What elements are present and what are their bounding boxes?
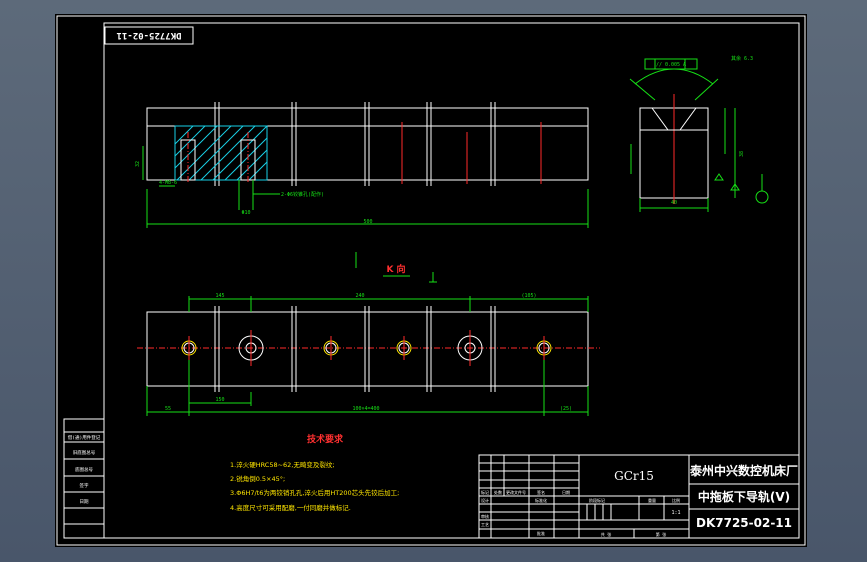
side-view: // 0.005 A 40 38 其余 6.3 — [629, 55, 769, 212]
strip-label-4: 签字 — [80, 482, 89, 489]
front-view: 500 32 Φ10 4-M8-6 2-Φ6铰锥孔(配作) — [135, 102, 589, 228]
material: GCr15 — [614, 469, 654, 483]
tb-ratio: 比例 — [672, 497, 680, 503]
part-name: 中拖板下导轨(V) — [698, 489, 790, 504]
dim-phi10: Φ10 — [241, 210, 250, 216]
tb-process: 工艺 — [481, 522, 489, 527]
left-strip: 借(通)用件登记 旧底图总号 底图总号 签字 日期 — [63, 418, 105, 539]
note-3: 3.Φ6H7/t6为两铰销孔孔,淬火后用HT200芯头先铰后加工; — [230, 488, 399, 497]
note-4: 4.高度尺寸可采用配磨,一付同磨并做标记. — [230, 503, 351, 512]
tb-change: 更改文件号 — [506, 489, 526, 495]
dim-height-side: 38 — [739, 151, 745, 157]
tb-sheet: 第 张 — [656, 531, 666, 537]
hatch-section — [174, 125, 268, 184]
tb-date: 日期 — [562, 489, 570, 495]
company-name: 泰州中兴数控机床厂 — [689, 463, 798, 478]
strip-label-1: 借(通)用件登记 — [68, 434, 101, 441]
plan-view: 145 240 (105) 55 150 100×4=400 (25) — [137, 293, 600, 416]
strip-label-2: 旧底图总号 — [73, 449, 96, 456]
dim-length-total: 500 — [363, 219, 372, 225]
dim-150: 150 — [215, 397, 224, 403]
tb-sheets: 共 张 — [601, 531, 611, 537]
datum-a-circle — [755, 190, 769, 204]
stamp-code: DK7725-02-11 — [116, 30, 181, 40]
strip-label-5: 日期 — [80, 499, 89, 505]
tb-sign: 签名 — [537, 489, 545, 495]
drawing-number: DK7725-02-11 — [696, 516, 792, 530]
tb-count: 处数 — [494, 489, 502, 495]
dim-105: (105) — [521, 293, 536, 299]
note-1: 1.淬火硬HRC58~62,无畸变及裂纹; — [230, 460, 335, 469]
strip-label-3: 底图总号 — [75, 466, 93, 473]
tb-stage: 阶段标记 — [589, 497, 605, 503]
dim-pitch: 100×4=400 — [352, 406, 379, 412]
tb-design: 设计 — [481, 497, 489, 503]
dim-240: 240 — [355, 293, 364, 299]
technical-notes: 技术要求 1.淬火硬HRC58~62,无畸变及裂纹; 2.锐角倒0.5×45°;… — [230, 433, 399, 512]
dim-145: 145 — [215, 293, 224, 299]
title-block: 标记 处数 更改文件号 签名 日期 设计 标准化 审核 工艺 批准 GCr15 … — [478, 454, 800, 539]
inner-frame — [103, 22, 800, 539]
dim-hole-note: 2-Φ6铰锥孔(配作) — [281, 191, 324, 198]
drawing-sheet: DK7725-02-11 500 32 Φ10 4-M8-6 2-Φ6铰锥孔(配… — [55, 14, 807, 547]
tb-review: 审核 — [481, 513, 489, 519]
dim-55: 55 — [165, 406, 171, 412]
tb-mark: 标记 — [481, 489, 489, 495]
view-label-k: K 向 — [386, 263, 405, 275]
tolerance-frame: // 0.005 A — [656, 62, 686, 68]
cad-drawing: DK7725-02-11 500 32 Φ10 4-M8-6 2-Φ6铰锥孔(配… — [56, 15, 806, 546]
dim-width-side: 40 — [671, 200, 677, 206]
tb-scale: 1:1 — [671, 510, 680, 516]
tb-standard: 标准化 — [535, 497, 547, 503]
note-2: 2.锐角倒0.5×45°; — [230, 474, 285, 483]
tb-weight: 重量 — [648, 497, 656, 503]
dim-32: 32 — [135, 161, 141, 167]
dim-25: (25) — [560, 406, 572, 412]
notes-title: 技术要求 — [307, 433, 344, 445]
roughness-note: 其余 6.3 — [731, 55, 753, 62]
tb-approve: 批准 — [537, 530, 545, 536]
plan-outline — [146, 311, 589, 387]
dim-left-holes: 4-M8-6 — [159, 180, 177, 186]
